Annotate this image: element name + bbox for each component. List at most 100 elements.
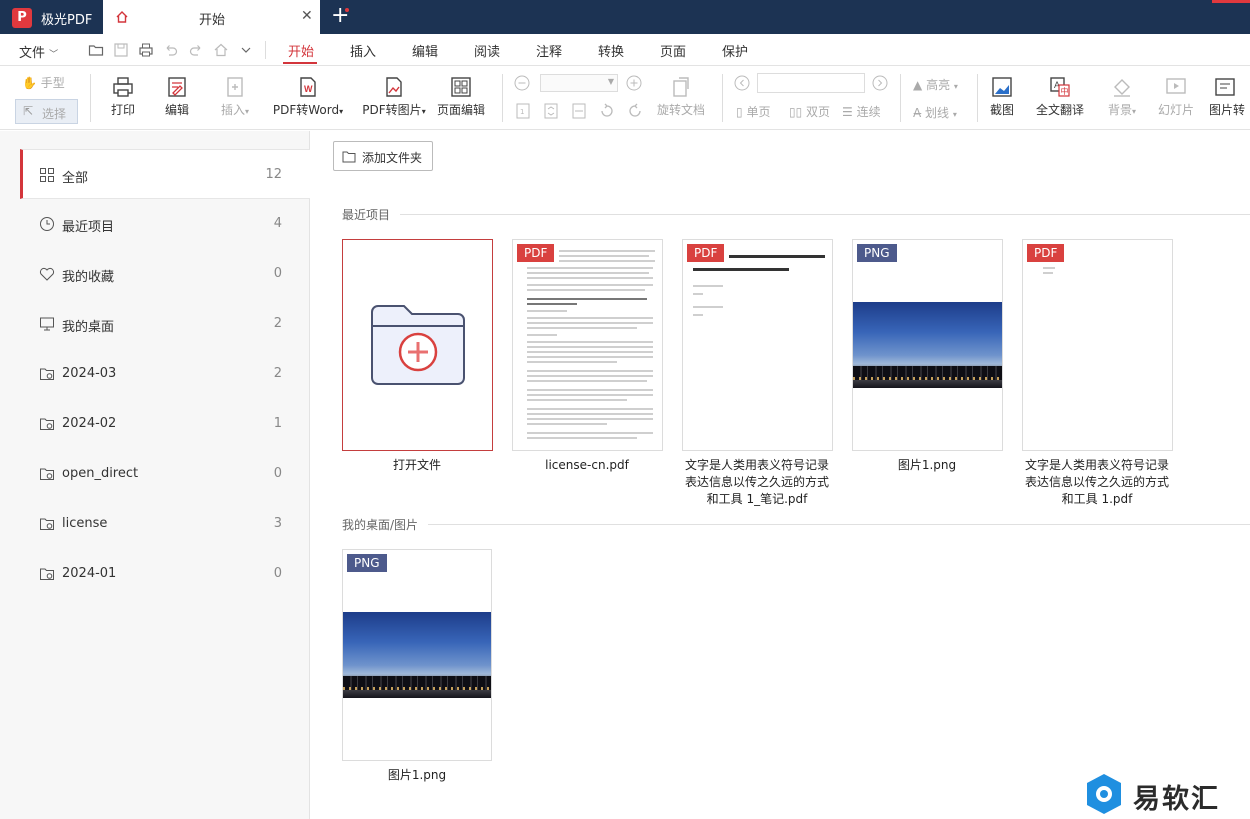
watermark-logo-icon [1087,774,1121,814]
printer-icon [113,77,133,97]
menu-annotate[interactable]: 注释 [536,41,562,60]
zoom-select[interactable]: ▼ [540,74,618,92]
edit-doc-icon [168,77,186,97]
file-name-line: 和工具 1.pdf [1061,492,1133,506]
sidebar-item-2024-01[interactable]: 2024-01 0 [20,549,310,599]
single-page-icon: ▯ [736,105,743,119]
actual-size-icon[interactable]: 1 [514,102,532,120]
sidebar-item-recent[interactable]: 最近项目 4 [20,199,310,249]
menu-insert[interactable]: 插入 [350,41,376,60]
rotate-right-icon[interactable] [626,102,644,120]
page-edit-button[interactable]: 页面编辑 [436,75,486,118]
file-card[interactable]: PDF [1022,239,1173,451]
tab-start[interactable]: 开始 ✕ [103,0,320,34]
page-number-input[interactable] [757,73,865,93]
sidebar-item-all[interactable]: 全部 12 [20,149,310,199]
select-tool[interactable]: ⇱ 选择 [15,99,78,124]
sidebar-item-desktop[interactable]: 我的桌面 2 [20,299,310,349]
file-menu[interactable]: 文件 ﹀ [19,42,58,61]
app-logo: P [12,8,32,28]
home-quick-icon[interactable] [213,42,229,58]
screenshot-button[interactable]: 截图 [987,75,1017,118]
divider [502,74,503,122]
strikethrough-button[interactable]: A̶ 划线 ▾ [913,104,957,121]
background-label: 背景 [1107,103,1132,117]
page-edit-label: 页面编辑 [436,103,485,117]
image-convert-icon [386,77,402,97]
undo-icon[interactable] [163,42,179,58]
background-button[interactable]: 背景▾ [1102,75,1142,118]
sidebar-item-license[interactable]: license 3 [20,499,310,549]
sidebar-item-count: 3 [273,516,282,531]
notification-dot [345,8,349,12]
grid-icon [40,168,54,182]
folder-icon [40,418,54,430]
add-folder-button[interactable]: 添加文件夹 [333,141,433,171]
open-file-card[interactable] [342,239,493,451]
new-tab-icon[interactable]: + [331,3,349,28]
sidebar-item-favorites[interactable]: 我的收藏 0 [20,249,310,299]
menu-edit[interactable]: 编辑 [412,41,438,60]
edit-button[interactable]: 编辑 [160,75,194,118]
open-folder-icon[interactable] [88,42,104,58]
print-button[interactable]: 打印 [106,75,140,118]
sidebar-item-label: 2024-02 [62,416,117,431]
rotate-doc-label: 旋转文档 [656,103,705,117]
file-card[interactable]: PDF [682,239,833,451]
add-folder-label: 添加文件夹 [362,151,423,165]
fit-width-icon[interactable] [570,102,588,120]
word-convert-icon: W [300,77,316,97]
continuous-button[interactable]: ☰ 连续 [842,103,881,120]
hand-tool[interactable]: ✋ 手型 [22,74,65,91]
pdf-to-image-button[interactable]: PDF转图片▾ [360,75,428,118]
next-page-icon[interactable] [872,75,888,91]
slideshow-button[interactable]: 幻灯片 [1156,75,1196,118]
sidebar-item-2024-03[interactable]: 2024-03 2 [20,349,310,399]
rotate-doc-button[interactable]: 旋转文档 [654,75,708,118]
sidebar-item-count: 1 [273,416,282,431]
edit-label: 编辑 [164,103,189,117]
insert-label: 插入 [220,103,245,117]
menu-protect[interactable]: 保护 [722,41,748,60]
folder-icon [40,568,54,580]
file-card[interactable]: PDF [512,239,663,451]
paint-bucket-icon [1114,79,1130,97]
pdf-to-word-button[interactable]: W PDF转Word▾ [270,75,346,118]
menu-convert[interactable]: 转换 [598,41,624,60]
zoom-out-icon[interactable] [514,75,530,91]
print-icon[interactable] [138,42,154,58]
monitor-icon [40,317,54,331]
image-to-button[interactable]: 图片转 [1209,75,1250,118]
single-page-button[interactable]: ▯ 单页 [736,103,770,120]
translate-button[interactable]: A中 全文翻译 [1034,75,1086,118]
close-tab-icon[interactable]: ✕ [301,8,313,24]
file-card[interactable]: PNG [342,549,492,761]
sidebar-item-open-direct[interactable]: open_direct 0 [20,449,310,499]
menu-start[interactable]: 开始 [288,41,314,60]
double-page-button[interactable]: ▯▯ 双页 [789,103,830,120]
cursor-arrow-icon: ⇱ [23,104,34,118]
divider [977,74,978,122]
screenshot-icon [992,77,1012,97]
zoom-in-icon[interactable] [626,75,642,91]
insert-button[interactable]: 插入▾ [214,75,256,118]
sidebar-item-count: 4 [273,216,282,231]
redo-icon[interactable] [188,42,204,58]
add-file-folder-icon [371,305,465,385]
file-card[interactable]: PNG [852,239,1003,451]
divider [90,74,91,122]
menu-page[interactable]: 页面 [660,41,686,60]
highlight-button[interactable]: ▲ 高亮 ▾ [913,76,958,93]
fit-page-icon[interactable] [542,102,560,120]
prev-page-icon[interactable] [734,75,750,91]
customize-dropdown-icon[interactable] [238,42,254,58]
highlight-icon: ▲ [913,78,923,92]
divider [900,74,901,122]
image-to-label: 图片转 [1209,103,1246,117]
save-icon[interactable] [113,42,129,58]
image-thumbnail [853,302,1002,388]
hand-icon: ✋ [22,76,37,90]
menu-read[interactable]: 阅读 [474,41,500,60]
sidebar-item-2024-02[interactable]: 2024-02 1 [20,399,310,449]
rotate-left-icon[interactable] [598,102,616,120]
